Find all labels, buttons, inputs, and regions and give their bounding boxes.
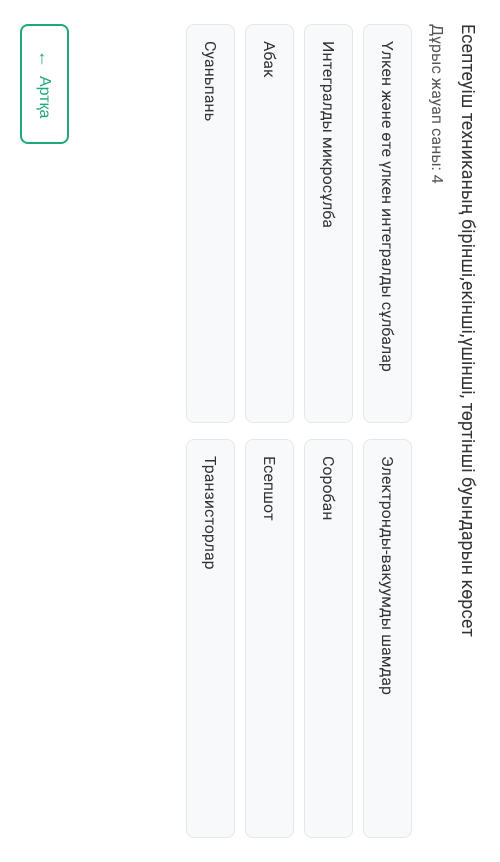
option-item[interactable]: Абак <box>245 24 294 423</box>
option-item[interactable]: Интегралды микросұлба <box>304 24 353 423</box>
question-text: Есептеуіш техниканың бірінші,екінші,үшін… <box>455 24 480 838</box>
option-item[interactable]: Электронды-вакуумды шамдар <box>363 439 412 838</box>
left-column: Үлкен және өте үлкен интегралды сұлбалар… <box>89 24 412 423</box>
options-columns: Үлкен және өте үлкен интегралды сұлбалар… <box>89 24 412 838</box>
footer: ← Артқа <box>20 24 69 838</box>
option-item[interactable]: Соробан <box>304 439 353 838</box>
back-button-label: Артқа <box>36 76 54 118</box>
arrow-left-icon: ← <box>34 50 55 68</box>
option-item[interactable]: Есепшот <box>245 439 294 838</box>
back-button[interactable]: ← Артқа <box>20 24 69 144</box>
answer-count-label: Дұрыс жауап саны: 4 <box>428 24 447 838</box>
right-column: Электронды-вакуумды шамдар Соробан Есепш… <box>89 439 412 838</box>
option-item[interactable]: Транзисторлар <box>186 439 235 838</box>
option-item[interactable]: Үлкен және өте үлкен интегралды сұлбалар <box>363 24 412 423</box>
option-item[interactable]: Суаньпань <box>186 24 235 423</box>
